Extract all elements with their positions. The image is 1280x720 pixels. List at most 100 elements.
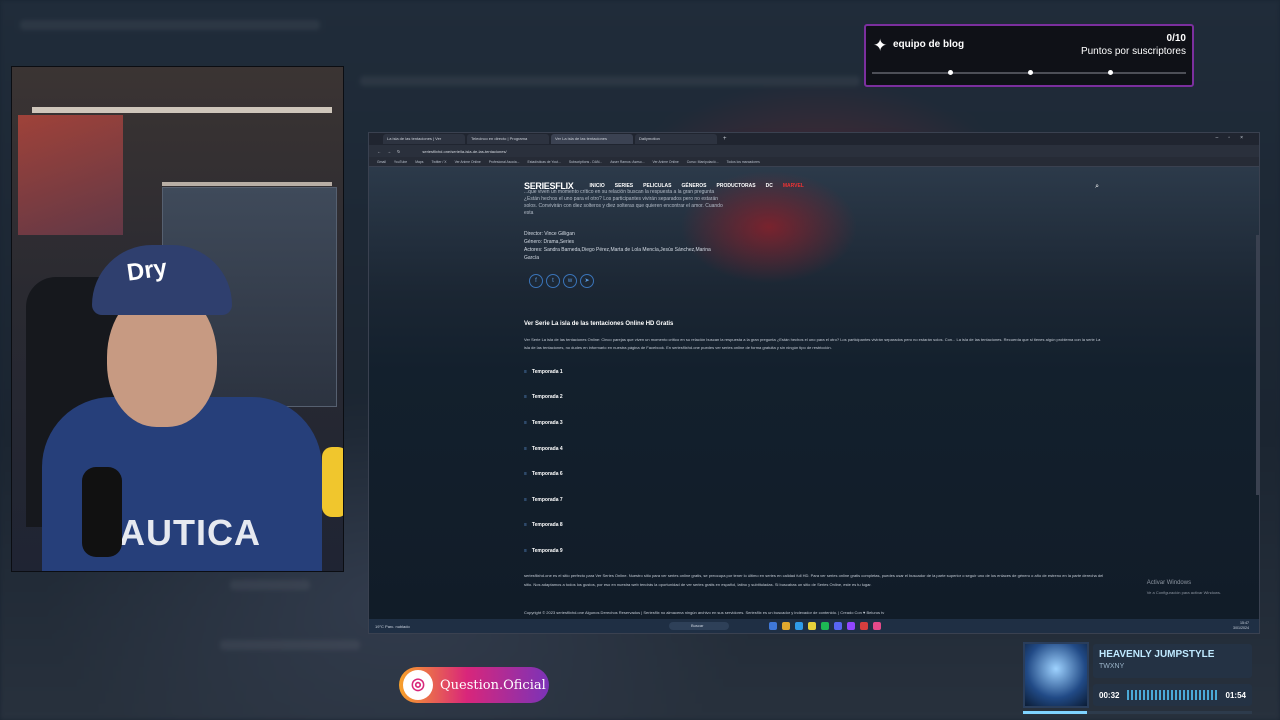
subscriber-goal-widget: ✦ equipo de blog 0/10 Puntos por suscrip… [864,24,1194,87]
bookmark-item[interactable]: Todos los marcadores [727,160,760,164]
track-info: HEAVENLY JUMPSTYLE TWXNY [1093,644,1252,678]
season-item[interactable]: ≡ Temporada 4 [524,436,563,462]
now-playing-widget: HEAVENLY JUMPSTYLE TWXNY 00:32 01:54 [1023,642,1252,714]
goal-milestone-marker [1108,70,1113,75]
telegram-icon[interactable]: ➤ [580,274,594,288]
bookmark-item[interactable]: Estadísticas de Yout... [528,160,561,164]
forward-icon[interactable]: → [387,149,391,154]
season-item[interactable]: ≡ Temporada 7 [524,487,563,513]
bookmark-item[interactable]: Profesional Asocia... [489,160,520,164]
nav-item-dc[interactable]: DC [766,183,773,189]
shelf [162,182,332,186]
browser-tab[interactable]: La isla de las tentaciones | Ver [383,134,465,144]
instagram-badge: ◎ Question.Oficial [399,667,549,703]
webcam-feed: NAUTICA Dry [11,66,344,572]
album-art [1023,642,1089,708]
season-item[interactable]: ≡ Temporada 3 [524,410,563,436]
section-title: Ver Serie La isla de las tentaciones Onl… [524,321,674,327]
elapsed-time: 00:32 [1099,690,1120,700]
reload-icon[interactable]: ↻ [397,149,400,154]
series-director: Director: Vince Gilligan [524,231,575,237]
spotify-icon[interactable] [821,622,829,630]
bookmark-item[interactable]: YouTube [394,160,407,164]
list-icon: ≡ [524,394,527,401]
taskbar-app-icon[interactable] [795,622,803,630]
list-icon: ≡ [524,547,527,554]
season-item[interactable]: ≡ Temporada 2 [524,385,563,411]
whatsapp-icon[interactable]: w [563,274,577,288]
page-scrollbar[interactable] [1256,235,1259,495]
taskbar-search[interactable]: Buscar [669,622,729,630]
browser-tab[interactable]: Dailymotion [635,134,717,144]
bookmark-item[interactable]: Gmail [377,160,386,164]
twitch-icon[interactable] [847,622,855,630]
track-title: HEAVENLY JUMPSTYLE [1099,649,1215,660]
series-synopsis: ...que viven un momento crítico en su re… [524,189,723,216]
season-item[interactable]: ≡ Temporada 9 [524,538,563,564]
season-label: Temporada 9 [531,547,563,554]
browser-tab[interactable]: Telecinco en directo | Programa [467,134,549,144]
taskbar-app-icon[interactable] [873,622,881,630]
discord-icon[interactable] [834,622,842,630]
goal-title: equipo de blog [893,39,965,50]
new-tab-icon[interactable]: + [723,136,727,142]
track-artist: TWXNY [1099,663,1125,670]
track-progress [1023,711,1252,714]
search-icon[interactable]: ⌕ [1095,183,1099,191]
bookmark-item[interactable]: Subscriptions - DAN... [569,160,602,164]
playback-bar: 00:32 01:54 [1093,684,1252,706]
plush-toy [322,447,343,517]
share-buttons: f t w ➤ [529,274,594,288]
window-controls[interactable]: –▫× [1216,135,1253,141]
goal-count: 0/10 [1166,33,1186,44]
weather-widget[interactable]: 19°C Parc. nublado [375,624,410,629]
bookmarks-bar: Gmail YouTube Maps Twitter / X Ver Anime… [369,157,1259,167]
folder-icon[interactable] [782,622,790,630]
browser-window: La isla de las tentaciones | Ver Telecin… [368,132,1260,634]
windows-activation-watermark: Activar Windows Ve a Configuración para … [1147,579,1221,597]
tab-strip: La isla de las tentaciones | Ver Telecin… [369,133,1259,145]
goal-milestone-marker [948,70,953,75]
list-icon: ≡ [524,445,527,452]
microphone [82,467,122,557]
shelf [32,107,332,113]
series-actors: Actores: Sandra Barneda,Diego Pérez,Mart… [524,247,711,261]
season-label: Temporada 6 [531,471,563,478]
bookmark-item[interactable]: Asser Ramos: Aseso... [610,160,644,164]
bookmark-item[interactable]: Curso: Manipulació... [687,160,719,164]
season-list: ≡ Temporada 1 ≡ Temporada 2 ≡ Temporada 3 ≡… [524,359,563,564]
waveform [1127,690,1218,700]
bookmark-item[interactable]: Maps [415,160,423,164]
web-page: SERIESFLIX INICIO SERIES PELICULAS GÉNER… [369,167,1259,619]
goal-milestone-marker [1028,70,1033,75]
activation-title: Activar Windows [1146,580,1192,586]
season-item[interactable]: ≡ Temporada 8 [524,513,563,539]
series-description: Ver Serie La isla de las tentaciones Onl… [524,337,1101,350]
season-item[interactable]: ≡ Temporada 1 [524,359,563,385]
season-label: Temporada 2 [531,394,563,401]
twitter-icon[interactable]: t [546,274,560,288]
goal-subtitle: Puntos por suscriptores [1080,46,1186,57]
nav-item-marvel[interactable]: MARVEL [783,183,804,189]
bookmark-item[interactable]: Twitter / X [431,160,446,164]
chrome-icon[interactable] [808,622,816,630]
browser-tab-active[interactable]: Ver La isla de las tentaciones [551,134,633,144]
list-icon: ≡ [524,419,527,426]
system-tray-clock[interactable]: 15:47 3/01/2024 [1233,621,1249,631]
url-field[interactable]: seriesflixhd.one/serie/la-isla-de-las-te… [422,149,506,154]
list-icon: ≡ [524,496,527,503]
season-label: Temporada 1 [531,368,563,375]
instagram-handle: Question.Oficial [440,677,546,693]
series-meta: Director: Vince Gilligan Género: Drama,S… [524,230,714,262]
taskbar-app-icon[interactable] [769,622,777,630]
bookmark-item[interactable]: Ver Anime Online [455,160,481,164]
season-item[interactable]: ≡ Temporada 6 [524,461,563,487]
bookmark-item[interactable]: Ver Anime Online [653,160,679,164]
facebook-icon[interactable]: f [529,274,543,288]
taskbar-apps [769,622,881,630]
windows-taskbar: 19°C Parc. nublado Buscar 15:47 3/01/202… [369,619,1259,633]
address-bar: ← → ↻ seriesflixhd.one/serie/la-isla-de-… [369,145,1259,157]
taskbar-app-icon[interactable] [860,622,868,630]
back-icon[interactable]: ← [377,149,381,154]
list-icon: ≡ [524,471,527,478]
